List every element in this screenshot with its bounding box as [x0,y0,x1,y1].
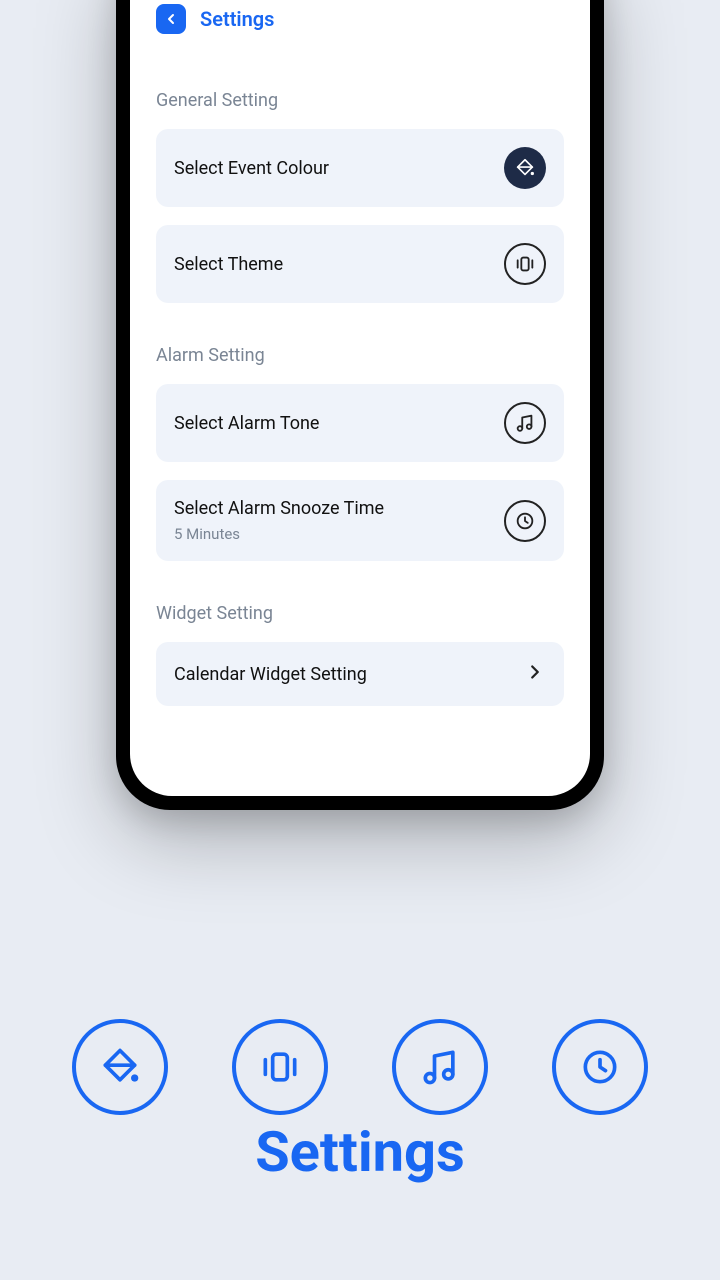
row-subtitle: 5 Minutes [174,525,384,543]
feature-clock-icon [552,1019,648,1115]
feature-music-icon [392,1019,488,1115]
row-event-colour[interactable]: Select Event Colour [156,129,564,207]
header: Settings [130,0,590,52]
section-widget: Widget Setting Calendar Widget Setting [130,603,590,706]
row-snooze-time[interactable]: Select Alarm Snooze Time 5 Minutes [156,480,564,561]
row-label: Select Theme [174,254,283,275]
chevron-right-icon [524,661,546,687]
row-label: Calendar Widget Setting [174,664,367,685]
row-theme[interactable]: Select Theme [156,225,564,303]
row-alarm-tone[interactable]: Select Alarm Tone [156,384,564,462]
row-label: Select Alarm Tone [174,413,319,434]
row-text: Select Alarm Snooze Time 5 Minutes [174,498,384,543]
section-header-general: General Setting [156,90,564,111]
feature-icon-row [0,1019,720,1115]
phone-screen: Settings General Setting Select Event Co… [130,0,590,796]
phone-frame: Settings General Setting Select Event Co… [116,0,604,810]
row-label: Select Event Colour [174,158,329,179]
clock-icon [504,500,546,542]
section-general: General Setting Select Event Colour Sele… [130,90,590,303]
section-header-alarm: Alarm Setting [156,345,564,366]
section-header-widget: Widget Setting [156,603,564,624]
back-button[interactable] [156,4,186,34]
theme-icon [504,243,546,285]
page-title: Settings [200,7,274,31]
feature-theme-icon [232,1019,328,1115]
big-title: Settings [0,1119,720,1185]
paint-bucket-icon [504,147,546,189]
section-alarm: Alarm Setting Select Alarm Tone Select A… [130,345,590,561]
feature-paint-bucket-icon [72,1019,168,1115]
row-calendar-widget[interactable]: Calendar Widget Setting [156,642,564,706]
chevron-left-icon [163,11,179,27]
music-icon [504,402,546,444]
row-label: Select Alarm Snooze Time [174,498,384,519]
